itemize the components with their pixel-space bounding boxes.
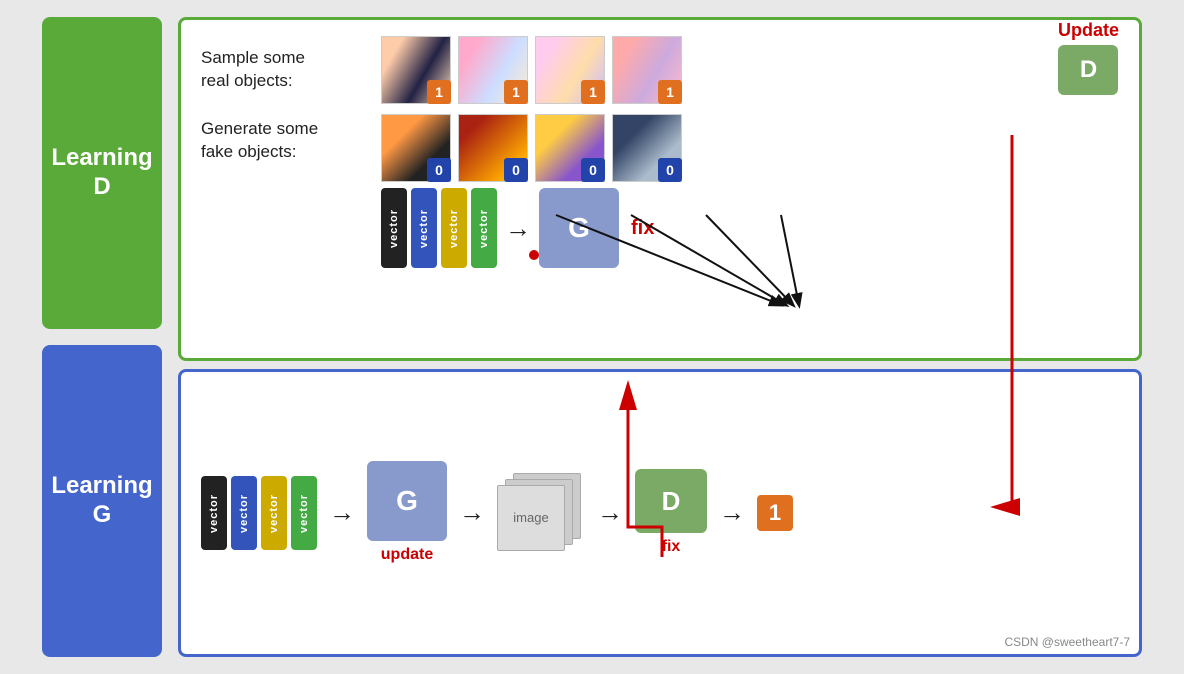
g-box-g: G bbox=[367, 461, 447, 541]
vector-bar-gold: vector bbox=[441, 188, 467, 268]
fake-images-row: 0 0 0 0 bbox=[381, 114, 686, 182]
arrow-g-img: → bbox=[459, 497, 485, 528]
badge-1-4: 1 bbox=[658, 80, 682, 104]
fake-img-pair-3: 0 bbox=[535, 114, 605, 182]
section-g-inner: vector vector vector vector → G update → bbox=[201, 388, 1119, 638]
left-labels: Learning D Learning G bbox=[42, 17, 162, 657]
fake-img-pair-2: 0 bbox=[458, 114, 528, 182]
label-learning-d: Learning D bbox=[42, 17, 162, 329]
real-img-pair-3: 1 bbox=[535, 36, 605, 104]
d-box-g: D bbox=[635, 469, 707, 533]
vectors-g-row: vector vector vector vector → G bbox=[381, 188, 686, 268]
badge-0-4: 0 bbox=[658, 158, 682, 182]
real-img-pair-4: 1 bbox=[612, 36, 682, 104]
g-box-wrapper: G bbox=[539, 188, 619, 268]
arrow-to-g: → bbox=[505, 213, 531, 244]
d-fix-col: D fix bbox=[635, 469, 707, 556]
update-label: Update bbox=[1058, 20, 1119, 41]
vector-bar-blue-g: vector bbox=[231, 476, 257, 550]
right-content: Update D Sample somereal objects: 1 bbox=[178, 17, 1142, 657]
real-objects-row: Sample somereal objects: 1 1 1 bbox=[201, 36, 1119, 104]
vector-group-g: vector vector vector vector bbox=[201, 476, 317, 550]
d-box-update: D bbox=[1058, 45, 1118, 95]
section-g: vector vector vector vector → G update → bbox=[178, 369, 1142, 657]
badge-1-2: 1 bbox=[504, 80, 528, 104]
badge-0-1: 0 bbox=[427, 158, 451, 182]
arrow-img-d: → bbox=[597, 497, 623, 528]
update-d-box: Update D bbox=[1058, 20, 1119, 95]
fake-g-section: 0 0 0 0 bbox=[381, 114, 686, 268]
real-img-pair-1: 1 bbox=[381, 36, 451, 104]
g-update-col: G update bbox=[367, 461, 447, 564]
fake-objects-section: Generate somefake objects: 0 0 bbox=[201, 114, 1119, 268]
badge-1-3: 1 bbox=[581, 80, 605, 104]
real-images-badges: 1 1 1 1 bbox=[381, 36, 686, 104]
g-box-d: G bbox=[539, 188, 619, 268]
arrow-vec-g: → bbox=[329, 497, 355, 528]
watermark: CSDN @sweetheart7-7 bbox=[1004, 635, 1130, 649]
vector-group: vector vector vector vector bbox=[381, 188, 497, 268]
update-label-g: update bbox=[381, 546, 433, 564]
stacked-img-front: image bbox=[497, 485, 565, 551]
section-d: Update D Sample somereal objects: 1 bbox=[178, 17, 1142, 361]
g-fix-container: G fix bbox=[539, 188, 654, 268]
arrow-d-out: → bbox=[719, 497, 745, 528]
vector-bar-green-g: vector bbox=[291, 476, 317, 550]
fake-objects-label: Generate somefake objects: bbox=[201, 114, 371, 164]
label-learning-g: Learning G bbox=[42, 345, 162, 657]
vector-bar-black: vector bbox=[381, 188, 407, 268]
vector-bar-green: vector bbox=[471, 188, 497, 268]
real-img-pair-2: 1 bbox=[458, 36, 528, 104]
badge-0-3: 0 bbox=[581, 158, 605, 182]
fake-img-pair-4: 0 bbox=[612, 114, 682, 182]
vector-bar-gold-g: vector bbox=[261, 476, 287, 550]
image-stack: i image bbox=[497, 473, 585, 553]
badge-0-2: 0 bbox=[504, 158, 528, 182]
fake-img-pair-1: 0 bbox=[381, 114, 451, 182]
output-badge: 1 bbox=[757, 495, 793, 531]
real-objects-label: Sample somereal objects: bbox=[201, 47, 371, 93]
badge-1-1: 1 bbox=[427, 80, 451, 104]
vector-bar-black-g: vector bbox=[201, 476, 227, 550]
fix-label-d: fix bbox=[631, 217, 654, 240]
main-container: Learning D Learning G Update D Sample so… bbox=[42, 17, 1142, 657]
fix-label-g: fix bbox=[662, 538, 681, 556]
vector-bar-blue: vector bbox=[411, 188, 437, 268]
red-dot bbox=[529, 250, 539, 260]
